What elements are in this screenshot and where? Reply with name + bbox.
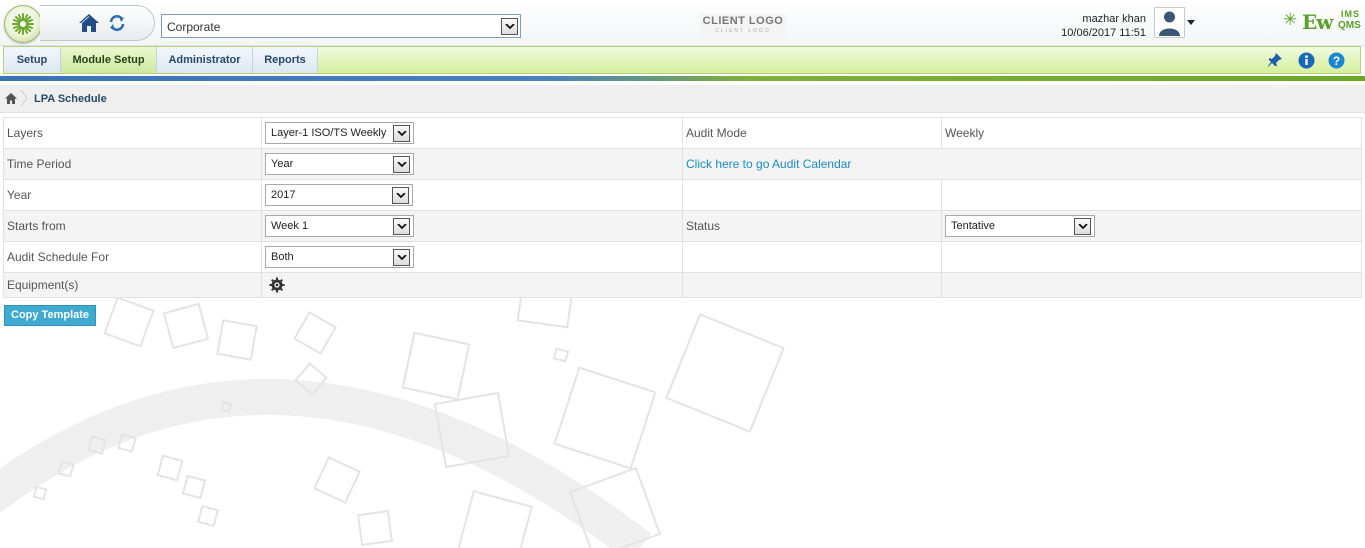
empty-cell [682,241,942,273]
chevron-down-icon[interactable] [1074,218,1091,235]
audit-calendar-cell: Click here to go Audit Calendar [682,148,1362,180]
chevron-down-icon[interactable] [392,187,409,204]
refresh-icon[interactable] [108,14,126,32]
chevron-down-icon[interactable] [393,218,410,235]
copy-template-button[interactable]: Copy Template [4,305,97,326]
brand-ew: Ew [1302,10,1333,34]
page-title: LPA Schedule [34,93,107,105]
empty-cell [941,272,1362,298]
main-nav: Setup Module Setup Administrator Reports… [3,46,1361,74]
brand-qms: QMS [1338,20,1361,31]
brand-ims: IMS [1341,9,1361,19]
info-icon[interactable] [1298,52,1315,69]
organization-select[interactable]: Corporate [161,14,521,38]
layers-value: Layer-1 ISO/TS Weekly a [271,127,389,139]
year-cell: 2017 [261,179,683,211]
top-header: Corporate CLIENT LOGO CLIENT LOGO mazhar… [0,0,1365,46]
product-brand-logo: ✳ Ew IMS QMS [1283,9,1361,35]
starts-from-cell: Week 1 [261,210,683,242]
audit-mode-value: Weekly [941,117,1362,149]
year-label: Year [3,179,262,211]
empty-cell [682,272,942,298]
table-row: Layers Layer-1 ISO/TS Weekly a Audit Mod… [3,117,1362,149]
help-icon[interactable]: ? [1328,52,1345,69]
audit-schedule-for-select[interactable]: Both [265,246,414,268]
table-row: Starts from Week 1 Status Tentative [3,210,1362,242]
table-row: Time Period Year Click here to go Audit … [3,148,1362,180]
time-period-cell: Year [261,148,683,180]
equipment-label: Equipment(s) [3,272,262,298]
nav-setup[interactable]: Setup [4,47,61,73]
time-period-value: Year [271,158,294,170]
nav-accent-strip [0,76,1365,81]
breadcrumb: LPA Schedule [0,85,1365,113]
gear-icon[interactable] [269,277,285,293]
table-row: Year 2017 [3,179,1362,211]
home-icon[interactable] [78,13,100,33]
status-label: Status [682,210,942,242]
chevron-down-icon[interactable] [393,156,410,173]
svg-text:?: ? [1333,54,1340,68]
time-period-select[interactable]: Year [265,153,414,175]
equipment-cell [261,272,683,298]
year-select[interactable]: 2017 [265,184,413,206]
starts-from-value: Week 1 [271,220,309,232]
starts-from-label: Starts from [3,210,262,242]
starts-from-select[interactable]: Week 1 [265,215,414,237]
audit-mode-label: Audit Mode [682,117,942,149]
login-datetime: 10/06/2017 11:51 [1061,27,1146,39]
quick-actions [40,5,155,41]
audit-schedule-for-label: Audit Schedule For [3,241,262,273]
home-icon[interactable] [5,93,17,104]
empty-cell [941,179,1362,211]
audit-schedule-for-cell: Both [261,241,683,273]
status-value: Tentative [951,220,996,232]
status-cell: Tentative [941,210,1362,242]
breadcrumb-separator-icon [21,90,27,106]
lpa-schedule-form: Layers Layer-1 ISO/TS Weekly a Audit Mod… [3,117,1362,298]
avatar[interactable] [1154,7,1185,38]
client-logo-subtext: CLIENT LOGO [715,28,771,34]
nav-reports[interactable]: Reports [253,47,318,73]
audit-schedule-for-value: Both [271,251,294,263]
organization-value: Corporate [167,20,221,34]
chevron-down-icon[interactable] [393,249,410,266]
empty-cell [682,179,942,211]
table-row: Audit Schedule For Both [3,241,1362,273]
user-icon [1159,11,1180,36]
client-logo: CLIENT LOGO CLIENT LOGO [700,14,786,38]
chevron-down-icon[interactable] [393,125,410,142]
brand-star-icon: ✳ [1283,10,1298,29]
user-name: mazhar khan [1082,13,1146,25]
time-period-label: Time Period [3,148,262,180]
nav-module-setup[interactable]: Module Setup [61,47,157,73]
status-select[interactable]: Tentative [945,215,1095,237]
layers-label: Layers [3,117,262,149]
pin-icon[interactable] [1267,52,1283,68]
nav-administrator[interactable]: Administrator [157,47,253,73]
table-row: Equipment(s) [3,272,1362,298]
year-value: 2017 [271,189,296,201]
caret-down-icon[interactable] [1187,20,1195,25]
empty-cell [941,241,1362,273]
client-logo-text: CLIENT LOGO [702,15,784,27]
layers-cell: Layer-1 ISO/TS Weekly a [261,117,683,149]
audit-calendar-link[interactable]: Click here to go Audit Calendar [686,157,851,171]
app-logo-icon[interactable] [4,5,42,43]
layers-select[interactable]: Layer-1 ISO/TS Weekly a [265,122,414,144]
chevron-down-icon[interactable] [501,18,518,35]
